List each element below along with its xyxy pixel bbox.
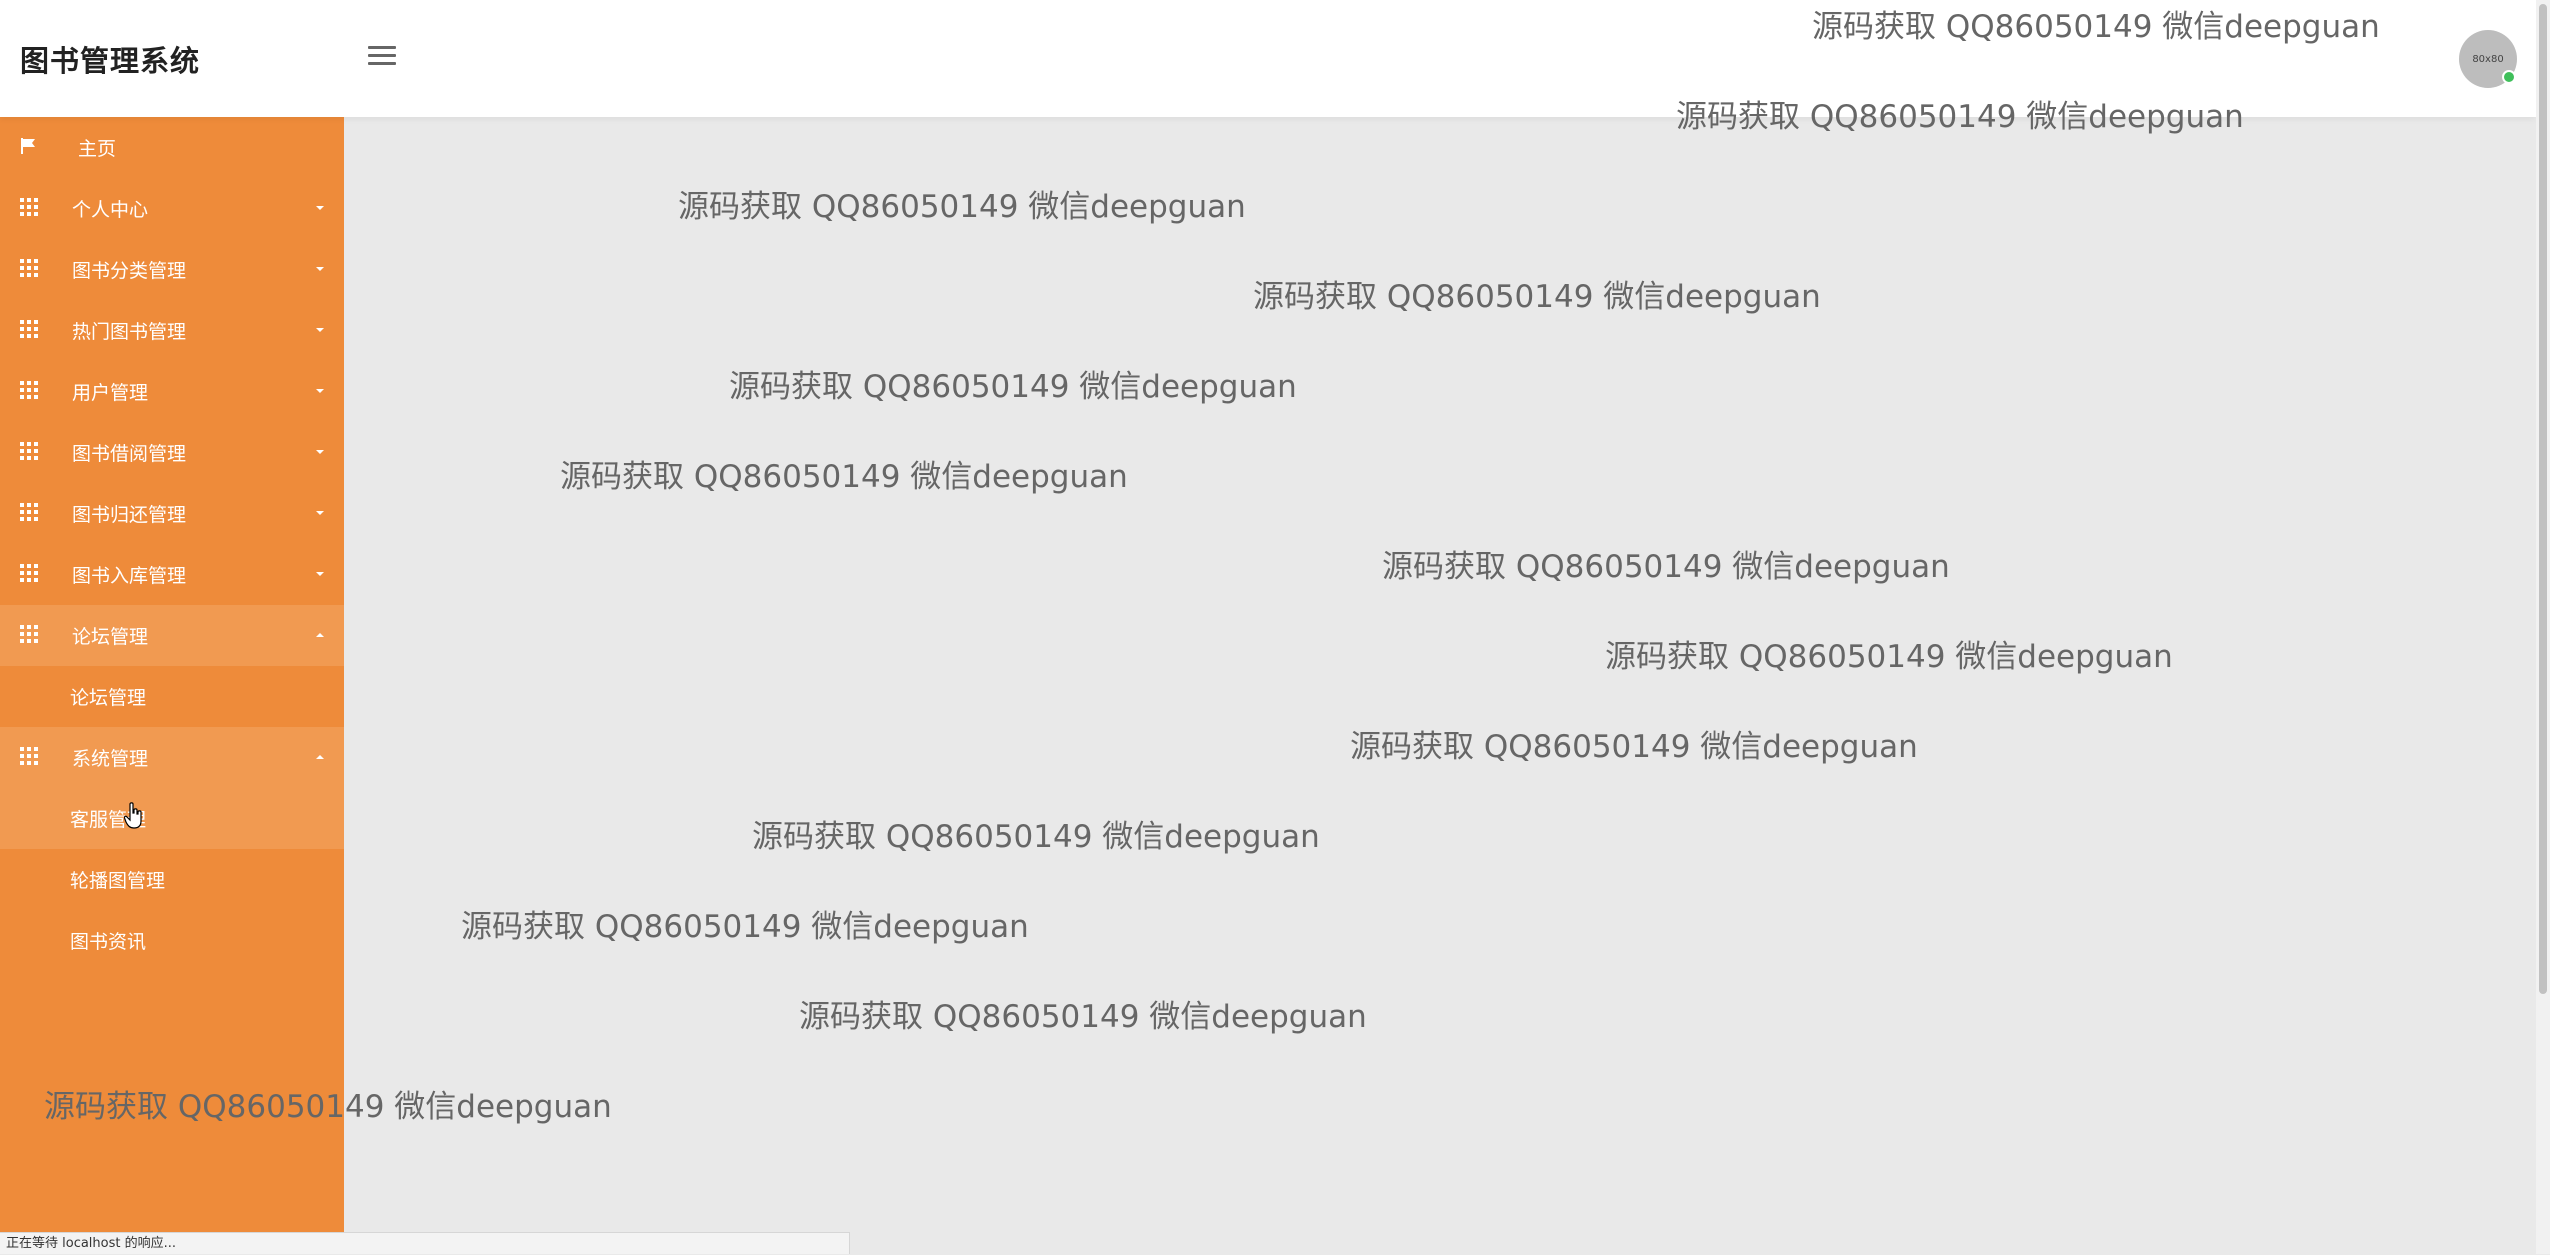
chevron-up-icon <box>316 633 324 637</box>
sidebar-item-label: 图书入库管理 <box>72 565 187 587</box>
online-status-dot <box>2502 70 2516 84</box>
sidebar-item-forum[interactable]: 论坛管理 <box>0 605 344 666</box>
grid-icon <box>20 381 38 399</box>
watermark-text: 源码获取 QQ86050149 微信deepguan <box>1382 549 1950 585</box>
grid-icon <box>20 625 38 643</box>
sidebar-item-hot-books[interactable]: 热门图书管理 <box>0 300 344 361</box>
grid-icon <box>20 503 38 521</box>
sidebar-item-stock-in[interactable]: 图书入库管理 <box>0 544 344 605</box>
sidebar-item-label: 图书分类管理 <box>72 260 187 282</box>
sidebar-item-label: 用户管理 <box>72 382 149 404</box>
sidebar-item-label: 主页 <box>78 138 117 160</box>
sidebar-subitem-customer-service[interactable]: 客服管理 <box>0 788 344 849</box>
sidebar-subitem-forum-manage[interactable]: 论坛管理 <box>0 666 344 727</box>
chevron-down-icon <box>316 572 324 576</box>
watermark-text: 源码获取 QQ86050149 微信deepguan <box>729 369 1297 405</box>
grid-icon <box>20 320 38 338</box>
chevron-down-icon <box>316 511 324 515</box>
watermark-text: 源码获取 QQ86050149 微信deepguan <box>1350 729 1918 765</box>
flag-icon <box>20 137 38 155</box>
scrollbar-thumb[interactable] <box>2539 4 2547 994</box>
sidebar-subitem-book-news[interactable]: 图书资讯 <box>0 910 344 971</box>
avatar-placeholder-text: 80x80 <box>2472 53 2504 65</box>
sidebar-item-label: 图书借阅管理 <box>72 443 187 465</box>
grid-icon <box>20 198 38 216</box>
chevron-up-icon <box>316 755 324 759</box>
watermark-text: 源码获取 QQ86050149 微信deepguan <box>752 819 1320 855</box>
sidebar-item-label: 热门图书管理 <box>72 321 187 343</box>
watermark-text: 源码获取 QQ86050149 微信deepguan <box>1253 279 1821 315</box>
sidebar-item-label: 图书归还管理 <box>72 504 187 526</box>
chevron-down-icon <box>316 267 324 271</box>
watermark-text: 源码获取 QQ86050149 微信deepguan <box>44 1089 612 1125</box>
grid-icon <box>20 259 38 277</box>
chevron-down-icon <box>316 206 324 210</box>
sidebar-item-borrow[interactable]: 图书借阅管理 <box>0 422 344 483</box>
grid-icon <box>20 564 38 582</box>
sidebar-item-label: 论坛管理 <box>72 626 149 648</box>
sidebar-subitem-carousel[interactable]: 轮播图管理 <box>0 849 344 910</box>
chevron-down-icon <box>316 328 324 332</box>
sidebar-item-personal-center[interactable]: 个人中心 <box>0 178 344 239</box>
watermark-text: 源码获取 QQ86050149 微信deepguan <box>1812 9 2380 45</box>
avatar[interactable]: 80x80 <box>2459 30 2517 88</box>
browser-status-bar: 正在等待 localhost 的响应... <box>0 1232 850 1254</box>
watermark-text: 源码获取 QQ86050149 微信deepguan <box>1676 99 2244 135</box>
watermark-text: 源码获取 QQ86050149 微信deepguan <box>799 999 1367 1035</box>
watermark-text: 源码获取 QQ86050149 微信deepguan <box>1605 639 2173 675</box>
chevron-down-icon <box>316 450 324 454</box>
sidebar-item-label: 系统管理 <box>72 748 149 770</box>
sidebar-item-book-category[interactable]: 图书分类管理 <box>0 239 344 300</box>
sidebar-item-label: 个人中心 <box>72 199 149 221</box>
sidebar-item-users[interactable]: 用户管理 <box>0 361 344 422</box>
sidebar-item-system[interactable]: 系统管理 <box>0 727 344 788</box>
watermark-text: 源码获取 QQ86050149 微信deepguan <box>461 909 1029 945</box>
sidebar-item-return[interactable]: 图书归还管理 <box>0 483 344 544</box>
hamburger-menu-icon[interactable] <box>368 46 396 68</box>
grid-icon <box>20 747 38 765</box>
app-title: 图书管理系统 <box>20 44 201 78</box>
grid-icon <box>20 442 38 460</box>
mouse-pointer-icon <box>123 802 144 834</box>
chevron-down-icon <box>316 389 324 393</box>
sidebar-item-home[interactable]: 主页 <box>0 117 344 178</box>
watermark-text: 源码获取 QQ86050149 微信deepguan <box>678 189 1246 225</box>
vertical-scrollbar[interactable] <box>2536 0 2550 1254</box>
watermark-text: 源码获取 QQ86050149 微信deepguan <box>560 459 1128 495</box>
